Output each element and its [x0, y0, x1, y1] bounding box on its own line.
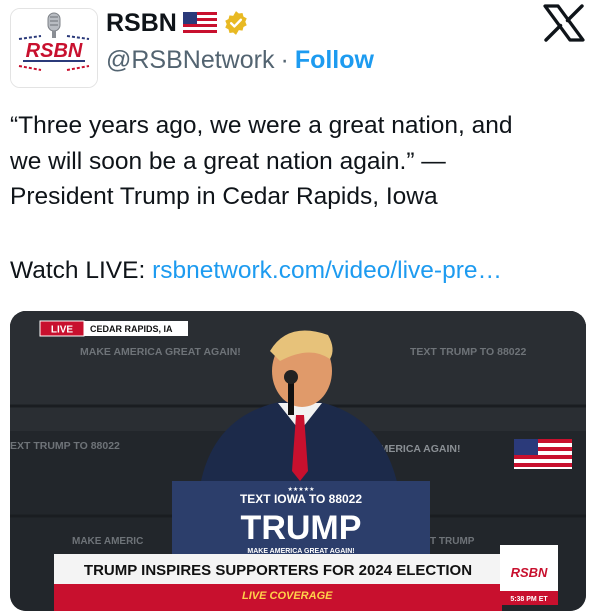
sub-banner-text: LIVE COVERAGE: [242, 590, 333, 602]
headline-banner: TRUMP INSPIRES SUPPORTERS FOR 2024 ELECT…: [84, 562, 472, 579]
follow-button[interactable]: Follow: [295, 46, 374, 75]
bg-sign: T TRUMP: [430, 536, 475, 547]
watch-live-line: Watch LIVE: rsbnetwork.com/video/live-pr…: [10, 254, 502, 288]
tweet-line: we will soon be a great nation again.” —: [10, 147, 446, 175]
rsbn-logo-icon: RSBN: [11, 9, 97, 87]
account-name[interactable]: RSBN: [106, 9, 177, 38]
podium-big-text: TRUMP: [241, 509, 362, 547]
bg-sign: EXT TRUMP TO 88022: [10, 440, 120, 452]
us-flag-icon: [182, 12, 217, 34]
live-badge: LIVE: [51, 325, 74, 336]
video-frame: MAKE AMERICA GREAT AGAIN! TEXT TRUMP TO …: [10, 311, 586, 611]
verified-badge-icon: [225, 11, 247, 35]
tweet-text: “Three years ago, we were a great nation…: [10, 108, 590, 215]
x-logo-icon[interactable]: [542, 4, 586, 42]
bg-sign: MAKE AMERICA GREAT AGAIN!: [80, 346, 241, 358]
avatar-logo-text: RSBN: [26, 40, 83, 62]
account-handle[interactable]: @RSBNetwork: [106, 46, 274, 75]
video-link[interactable]: rsbnetwork.com/video/live-pre…: [152, 257, 502, 284]
stage-flag-icon: [514, 439, 572, 469]
podium-small-text: MAKE AMERICA GREAT AGAIN!: [247, 548, 354, 555]
watch-live-prefix: Watch LIVE:: [10, 257, 153, 284]
podium-stars: ★★★★★: [288, 486, 315, 493]
location-badge: CEDAR RAPIDS, IA: [90, 324, 173, 334]
video-thumbnail[interactable]: MAKE AMERICA GREAT AGAIN! TEXT TRUMP TO …: [10, 311, 586, 611]
avatar[interactable]: RSBN: [10, 8, 98, 88]
corner-logo-text: RSBN: [511, 565, 548, 580]
podium-top-text: TEXT IOWA TO 88022: [240, 492, 362, 506]
bg-sign: TEXT TRUMP TO 88022: [410, 346, 526, 358]
account-name-row: RSBN: [106, 8, 249, 38]
separator-dot: ·: [280, 46, 289, 74]
tweet-line: President Trump in Cedar Rapids, Iowa: [10, 183, 438, 210]
account-handle-row: @RSBNetwork · Follow: [106, 46, 374, 75]
bg-sign: MAKE AMERIC: [72, 536, 143, 547]
tweet-line: “Three years ago, we were a great nation…: [10, 112, 513, 139]
